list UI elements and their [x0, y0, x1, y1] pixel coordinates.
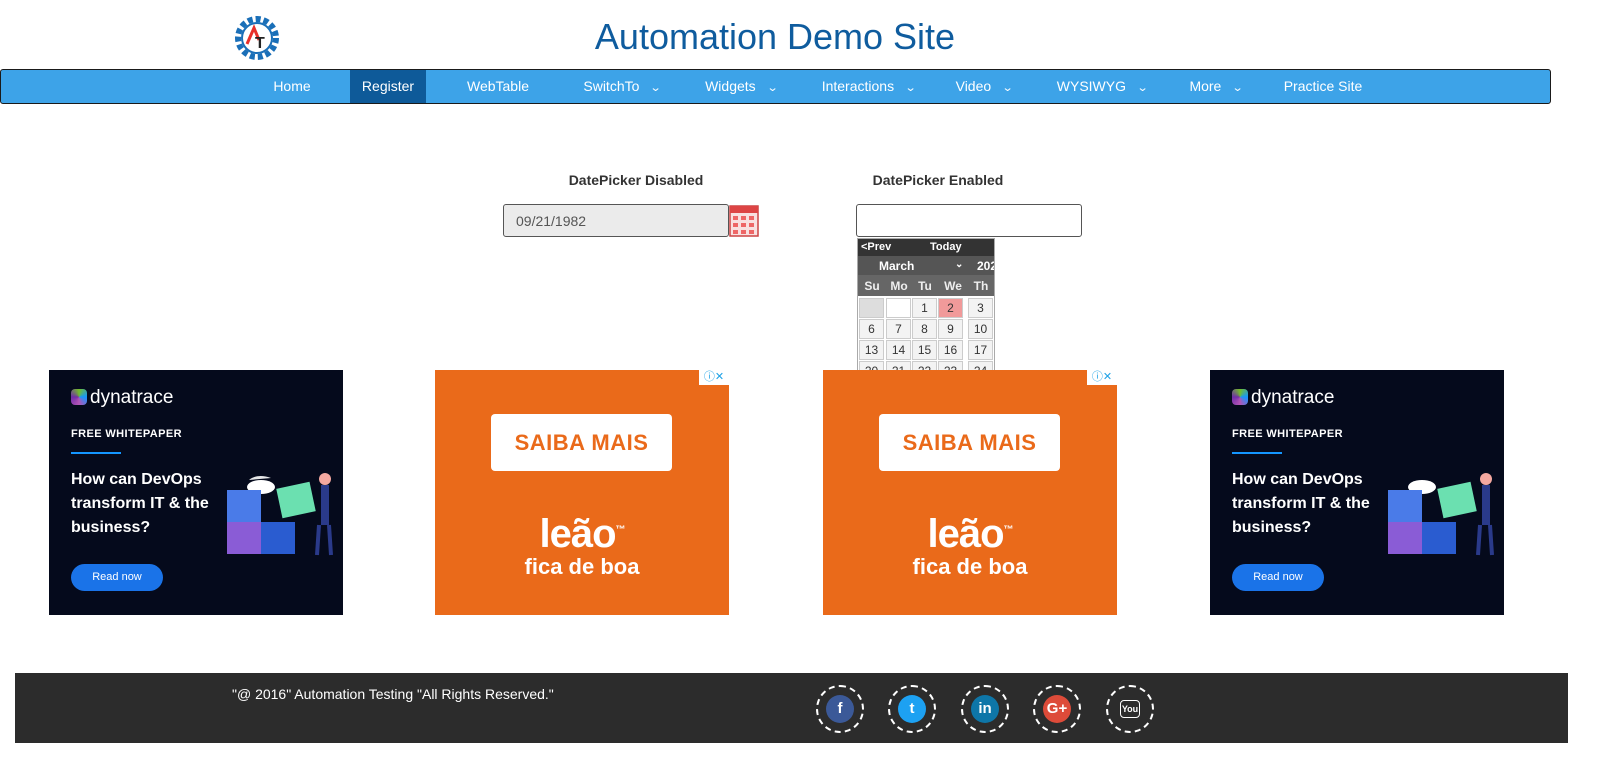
nav-widgets[interactable]: Widgets ⌄: [691, 70, 791, 103]
calendar-header: <Prev Today: [858, 239, 994, 256]
ad-saiba-mais-button[interactable]: SAIBA MAIS: [491, 414, 672, 471]
nav-practice-site[interactable]: Practice Site: [1271, 70, 1375, 103]
site-footer: "@ 2016" Automation Testing "All Rights …: [15, 673, 1568, 743]
calendar-day[interactable]: 8: [912, 319, 937, 339]
calendar-month-row: March ⌄ 202: [858, 256, 994, 275]
googleplus-icon: G+: [1043, 695, 1071, 723]
ad-slogan: fica de boa: [912, 554, 1028, 579]
youtube-icon: You: [1120, 700, 1140, 718]
dynatrace-logo: dynatrace: [1232, 387, 1334, 409]
chevron-down-icon: ⌄: [955, 259, 964, 270]
datepicker-enabled-label: DatePicker Enabled: [872, 172, 1004, 188]
weekday-label: We: [944, 279, 962, 293]
facebook-icon: f: [826, 695, 854, 723]
nav-register[interactable]: Register: [350, 70, 426, 103]
calendar-month-select[interactable]: March: [879, 259, 914, 273]
calendar-day[interactable]: 13: [859, 340, 884, 360]
ad-divider: [71, 452, 121, 454]
chevron-down-icon: ⌄: [650, 82, 663, 94]
calendar-day[interactable]: 9: [938, 319, 963, 339]
nav-switchto[interactable]: SwitchTo ⌄: [567, 70, 677, 103]
ad-tag: FREE WHITEPAPER: [71, 428, 182, 440]
weekday-label: Tu: [918, 279, 932, 293]
linkedin-icon: in: [971, 695, 999, 723]
ad-read-now-button[interactable]: Read now: [1232, 564, 1324, 591]
calendar-day[interactable]: 3: [968, 298, 993, 318]
chevron-down-icon: ⌄: [1001, 82, 1014, 94]
leao-logo: leão™: [927, 512, 1013, 556]
footer-copyright: "@ 2016" Automation Testing "All Rights …: [232, 686, 554, 702]
ad-read-now-button[interactable]: Read now: [71, 564, 163, 591]
youtube-link[interactable]: You: [1106, 685, 1154, 733]
facebook-link[interactable]: f: [816, 685, 864, 733]
datepicker-enabled-input[interactable]: [856, 204, 1082, 237]
chevron-down-icon: ⌄: [1136, 82, 1149, 94]
calendar-weekday-row: Su Mo Tu We Th: [858, 275, 994, 296]
weekday-label: Mo: [890, 279, 908, 293]
ad-choices-icon[interactable]: ⓘ✕: [699, 370, 729, 385]
puzzle-illustration-icon: [1388, 473, 1494, 556]
ad-saiba-mais-button[interactable]: SAIBA MAIS: [879, 414, 1060, 471]
calendar-year-select[interactable]: 202: [977, 259, 994, 273]
calendar-day: [859, 298, 884, 318]
site-title: Automation Demo Site: [594, 16, 956, 57]
googleplus-link[interactable]: G+: [1033, 685, 1081, 733]
ad-headline: How can DevOps transform IT & the busine…: [1232, 471, 1370, 536]
calendar-today-button[interactable]: Today: [930, 241, 962, 253]
calendar-day[interactable]: 7: [886, 319, 911, 339]
datepicker-disabled-input: [503, 204, 729, 237]
ad-leao-right[interactable]: ⓘ✕ SAIBA MAIS leão™ fica de boa: [823, 370, 1117, 615]
calendar-prev-link[interactable]: <Prev: [861, 241, 891, 253]
ad-slogan: fica de boa: [524, 554, 640, 579]
weekday-label: Th: [973, 279, 989, 293]
puzzle-illustration-icon: [227, 473, 333, 556]
calendar-day[interactable]: 1: [912, 298, 937, 318]
calendar-day[interactable]: 17: [968, 340, 993, 360]
calendar-icon[interactable]: [729, 204, 759, 237]
nav-home[interactable]: Home: [254, 70, 330, 103]
nav-more[interactable]: More ⌄: [1173, 70, 1259, 103]
chevron-down-icon: ⌄: [1231, 82, 1244, 94]
calendar-day[interactable]: 16: [938, 340, 963, 360]
ad-dynatrace-right[interactable]: dynatrace FREE WHITEPAPER How can DevOps…: [1210, 370, 1504, 615]
ad-headline: How can DevOps transform IT & the busine…: [71, 471, 209, 536]
weekday-label: Su: [864, 279, 880, 293]
nav-video[interactable]: Video ⌄: [941, 70, 1027, 103]
calendar-day[interactable]: 15: [912, 340, 937, 360]
ad-dynatrace-left[interactable]: dynatrace FREE WHITEPAPER How can DevOps…: [49, 370, 343, 615]
nav-webtable[interactable]: WebTable: [451, 70, 545, 103]
nav-wysiwyg[interactable]: WYSIWYG ⌄: [1043, 70, 1161, 103]
calendar-day[interactable]: 6: [859, 319, 884, 339]
ad-tag: FREE WHITEPAPER: [1232, 428, 1343, 440]
dynatrace-logo-icon: [71, 389, 87, 405]
main-nav: Home Register WebTable SwitchTo ⌄ Widgets…: [0, 69, 1551, 104]
datepicker-disabled-label: DatePicker Disabled: [568, 172, 704, 188]
ad-leao-left[interactable]: ⓘ✕ SAIBA MAIS leão™ fica de boa: [435, 370, 729, 615]
linkedin-link[interactable]: in: [961, 685, 1009, 733]
twitter-icon: t: [898, 695, 926, 723]
chevron-down-icon: ⌄: [904, 82, 917, 94]
calendar-day[interactable]: 14: [886, 340, 911, 360]
twitter-link[interactable]: t: [888, 685, 936, 733]
nav-interactions[interactable]: Interactions ⌄: [806, 70, 931, 103]
chevron-down-icon: ⌄: [766, 82, 779, 94]
ad-divider: [1232, 452, 1282, 454]
dynatrace-logo-icon: [1232, 389, 1248, 405]
leao-logo: leão™: [539, 512, 625, 556]
calendar-popup: <Prev Today March ⌄ 202 Su Mo Tu We Th 1…: [857, 238, 995, 375]
calendar-day: [886, 298, 911, 318]
dynatrace-logo: dynatrace: [71, 387, 173, 409]
calendar-day[interactable]: 10: [968, 319, 993, 339]
calendar-day[interactable]: 2: [938, 298, 963, 318]
ad-choices-icon[interactable]: ⓘ✕: [1087, 370, 1117, 385]
